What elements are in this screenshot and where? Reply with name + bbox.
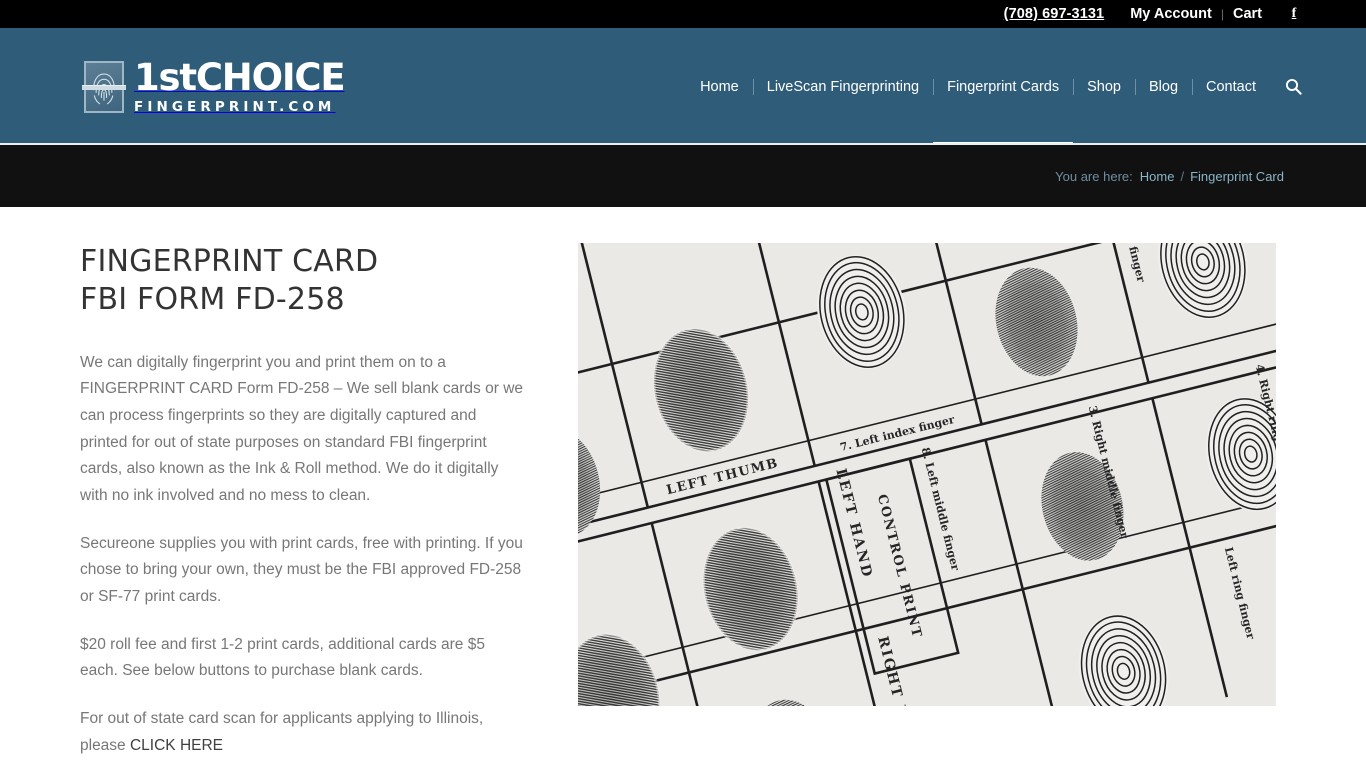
click-here-link[interactable]: CLICK HERE <box>130 737 223 754</box>
topbar-separator: | <box>1220 7 1224 21</box>
content-text-column: FINGERPRINT CARD FBI FORM FD-258 We can … <box>80 243 550 768</box>
nav-item-blog[interactable]: Blog <box>1134 28 1192 145</box>
content-image-column: LEFT THUMB LEFT HAND CONTROL PRINT RIGHT… <box>578 243 1276 768</box>
nav-item-contact[interactable]: Contact <box>1192 28 1270 145</box>
page-title-line-1: FINGERPRINT CARD <box>80 244 379 279</box>
my-account-link[interactable]: My Account <box>1130 6 1212 22</box>
logo-wordmark: 1stCHOICE FINGERPRINT.COM <box>134 55 346 115</box>
page-title-line-2: FBI FORM FD-258 <box>80 282 345 318</box>
nav-item-shop[interactable]: Shop <box>1073 28 1135 145</box>
logo-line-2: FINGERPRINT.COM <box>134 98 336 115</box>
scan-line <box>82 84 126 90</box>
breadcrumb-home-link[interactable]: Home <box>1140 169 1175 184</box>
search-icon[interactable] <box>1282 28 1304 145</box>
cart-link[interactable]: Cart <box>1233 6 1262 22</box>
breadcrumb-separator: / <box>1180 168 1185 184</box>
paragraph-supplies: Secureone supplies you with print cards,… <box>80 534 523 606</box>
top-utility-bar: (708) 697-3131 My Account | Cart f <box>0 0 1366 28</box>
site-logo[interactable]: 1stCHOICE FINGERPRINT.COM <box>82 55 346 115</box>
page-content: FINGERPRINT CARD FBI FORM FD-258 We can … <box>0 207 1366 768</box>
phone-link[interactable]: (708) 697-3131 <box>1004 6 1105 22</box>
main-navigation: Home LiveScan Fingerprinting Fingerprint… <box>686 28 1304 145</box>
logo-line-1: 1stCHOICE <box>134 55 346 99</box>
breadcrumb-label: You are here: <box>1055 168 1133 184</box>
breadcrumb: You are here: Home / Fingerprint Card <box>0 145 1366 207</box>
site-header: 1stCHOICE FINGERPRINT.COM Home LiveScan … <box>0 28 1366 145</box>
fd-258-fingerprint-card-photo: LEFT THUMB LEFT HAND CONTROL PRINT RIGHT… <box>578 243 1276 706</box>
nav-item-fingerprint-cards[interactable]: Fingerprint Cards <box>933 28 1074 145</box>
paragraph-intro: We can digitally fingerprint you and pri… <box>80 353 524 505</box>
paragraph-out-of-state: For out of state card scan for applicant… <box>80 706 525 759</box>
breadcrumb-current: Fingerprint Card <box>1190 168 1284 184</box>
page-title: FINGERPRINT CARD FBI FORM FD-258 <box>80 243 550 320</box>
paragraph-pricing: $20 roll fee and first 1-2 print cards, … <box>80 635 485 680</box>
fingerprint-scan-icon <box>82 60 126 113</box>
nav-item-livescan-fingerprinting[interactable]: LiveScan Fingerprinting <box>752 28 933 145</box>
nav-item-home[interactable]: Home <box>686 28 753 145</box>
facebook-icon[interactable]: f <box>1288 5 1300 23</box>
